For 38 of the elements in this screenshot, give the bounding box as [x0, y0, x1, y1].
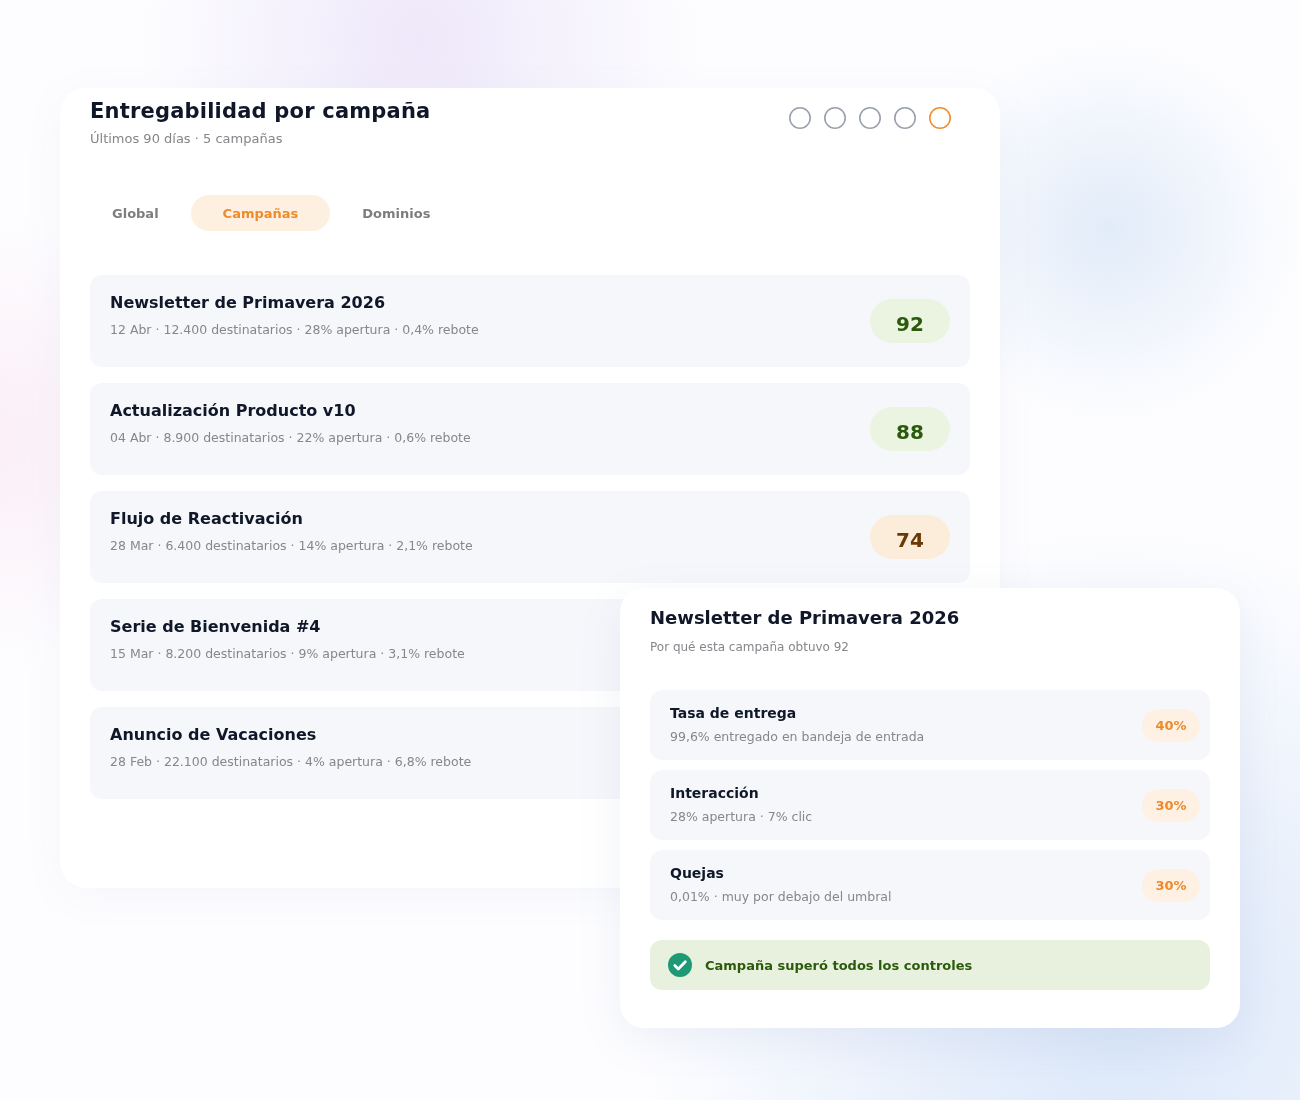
factor-name: Tasa de entrega — [670, 704, 797, 722]
campaign-stats: 04 Abr · 8.900 destinatarios · 22% apertura · 0,6% rebote — [110, 429, 471, 447]
campaign-stats: 28 Mar · 6.400 destinatarios · 14% apertura · 2,1% rebote — [110, 537, 473, 555]
campaign-name: Flujo de Reactivación — [110, 509, 303, 529]
check-circle-icon — [668, 953, 692, 977]
campaign-stats: 12 Abr · 12.400 destinatarios · 28% apertura · 0,4% rebote — [110, 321, 479, 339]
factor-detail: 28% apertura · 7% clic — [670, 809, 813, 825]
dialog-title: Newsletter de Primavera 2026 — [650, 606, 960, 630]
campaign-name: Newsletter de Primavera 2026 — [110, 293, 385, 313]
factor-detail: 99,6% entregado en bandeja de entrada — [670, 729, 925, 745]
pager-ring-icon[interactable] — [789, 107, 811, 129]
tab[interactable]: Global — [90, 195, 181, 231]
factor-name: Interacción — [670, 784, 759, 802]
pager-ring-icon[interactable] — [929, 107, 951, 129]
weight-badge: 40% — [1142, 708, 1200, 742]
score-badge: 88 — [870, 407, 950, 451]
pager-ring-icon[interactable] — [859, 107, 881, 129]
weight-badge: 30% — [1142, 788, 1200, 822]
campaign-name: Anuncio de Vacaciones — [110, 725, 317, 745]
campaign-stats: 28 Feb · 22.100 destinatarios · 4% apertura · 6,8% rebote — [110, 753, 472, 771]
weight-badge: 30% — [1142, 868, 1200, 902]
factor-name: Quejas — [670, 864, 724, 882]
card-subtitle: Últimos 90 días · 5 campañas — [90, 130, 283, 148]
score-badge: 74 — [870, 515, 950, 559]
pager-ring-icon[interactable] — [824, 107, 846, 129]
factor-detail: 0,01% · muy por debajo del umbral — [670, 889, 892, 905]
dialog-subtitle: Por qué esta campaña obtuvo 92 — [650, 639, 849, 655]
pager-ring-icon[interactable] — [894, 107, 916, 129]
campaign-stats: 15 Mar · 8.200 destinatarios · 9% apertura · 3,1% rebote — [110, 645, 465, 663]
campaign-row[interactable]: Flujo de Reactivación 28 Mar · 6.400 destinatarios · 14% apertura · 2,1% rebote 74 — [90, 491, 970, 583]
score-badge: 92 — [870, 299, 950, 343]
campaign-row[interactable]: Actualización Producto v10 04 Abr · 8.900 destinatarios · 22% apertura · 0,6% rebote 88 — [90, 383, 970, 475]
tab[interactable]: Dominios — [340, 195, 453, 231]
campaign-name: Serie de Bienvenida #4 — [110, 617, 321, 637]
status-message: Campaña superó todos los controles — [705, 957, 973, 973]
card-title: Entregabilidad por campaña — [90, 98, 431, 124]
campaign-name: Actualización Producto v10 — [110, 401, 356, 421]
campaign-row[interactable]: Newsletter de Primavera 2026 12 Abr · 12.400 destinatarios · 28% apertura · 0,4% rebote 92 — [90, 275, 970, 367]
